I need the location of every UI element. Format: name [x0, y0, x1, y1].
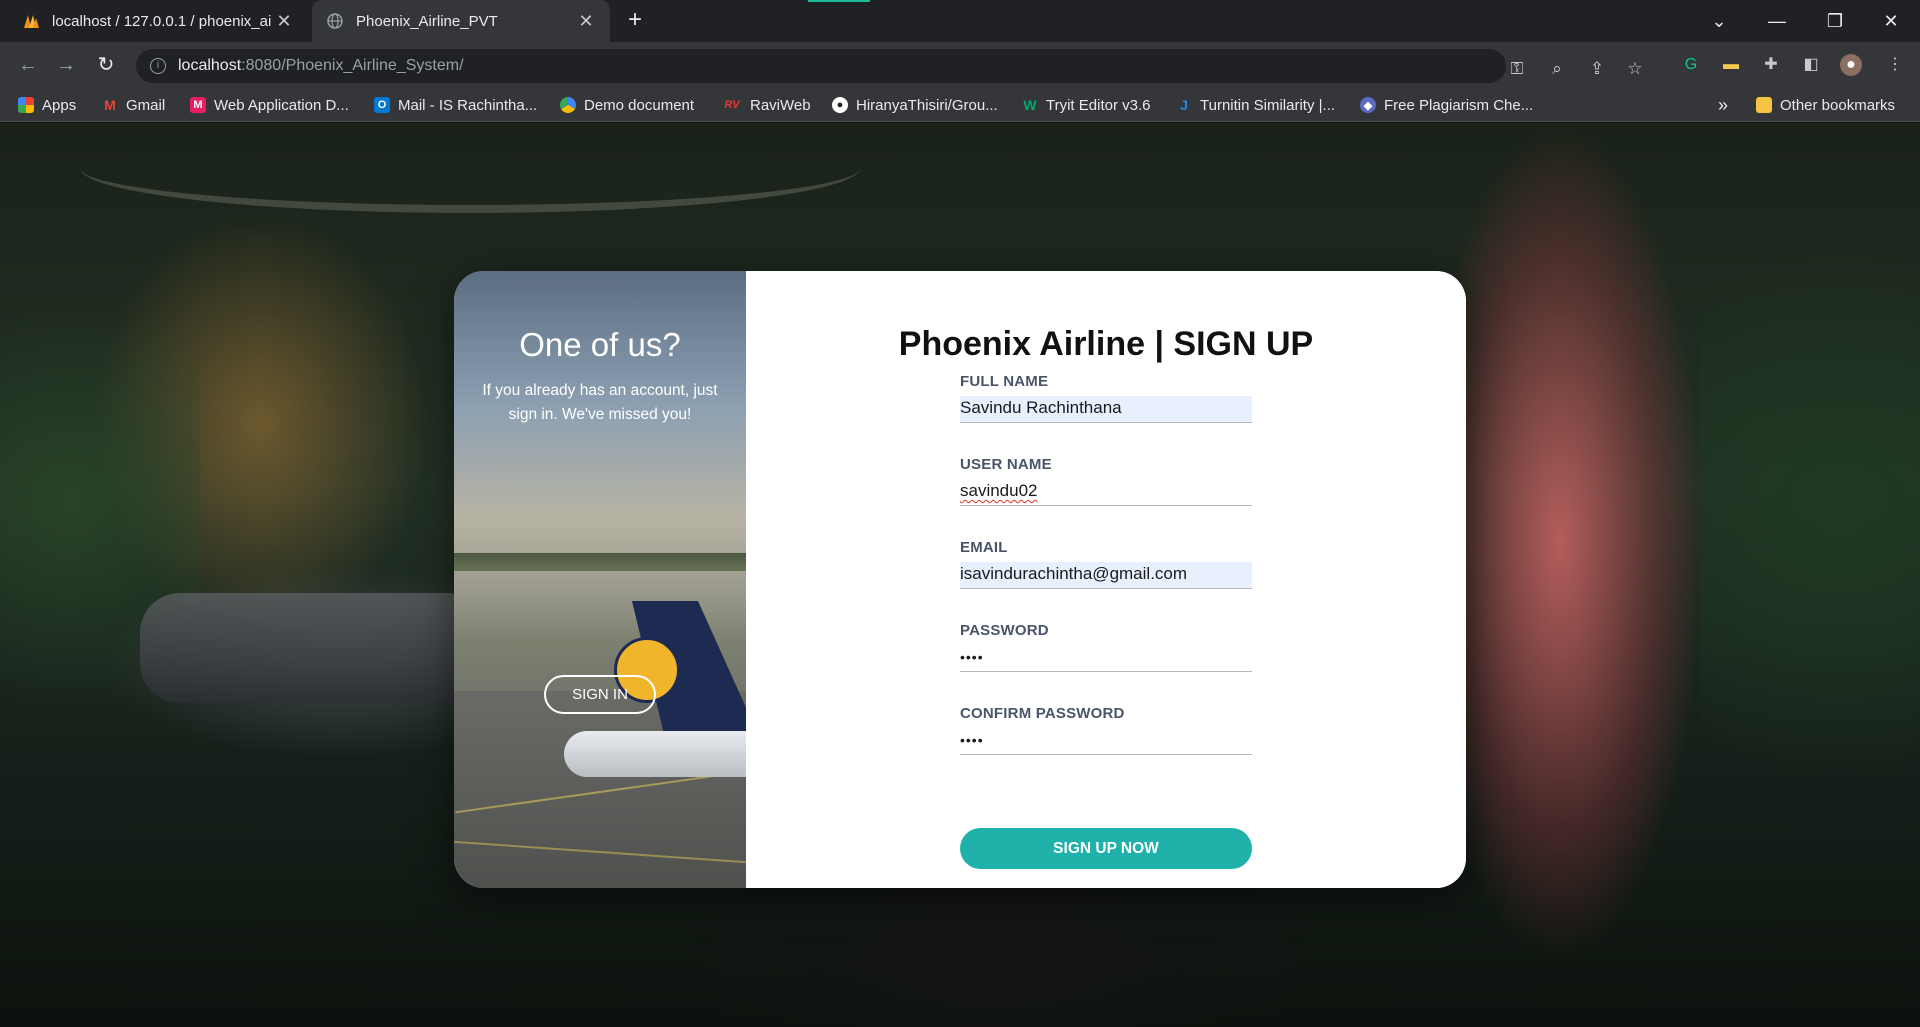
- background-bridge: [80, 123, 860, 213]
- sign-in-button[interactable]: SIGN IN: [544, 675, 656, 714]
- bookmark-label: Free Plagiarism Che...: [1384, 96, 1534, 114]
- bookmarks-bar: Apps M Gmail M Web Application D... O Ma…: [0, 88, 1920, 122]
- raviweb-icon: RV: [724, 99, 740, 111]
- restore-icon[interactable]: ❐: [1806, 0, 1864, 42]
- url-path: :8080/Phoenix_Airline_System/: [241, 57, 464, 74]
- tab-search-chevron-icon[interactable]: ⌄: [1690, 0, 1748, 42]
- bookmark-label: HiranyaThisiri/Grou...: [856, 96, 998, 114]
- w3schools-icon: W: [1023, 97, 1037, 113]
- page-background: One of us? If you already has an account…: [0, 123, 1920, 1027]
- github-icon: ●: [832, 97, 848, 113]
- side-panel-icon[interactable]: ◧: [1800, 54, 1822, 76]
- phpmyadmin-icon: [22, 12, 40, 30]
- back-arrow-icon[interactable]: ←: [14, 51, 42, 79]
- tab-phpmyadmin[interactable]: localhost / 127.0.0.1 / phoenix_ai ✕: [8, 0, 308, 42]
- email-group: EMAIL isavindurachintha@gmail.com: [960, 539, 1252, 589]
- address-bar[interactable]: i localhost:8080/Phoenix_Airline_System/…: [136, 49, 1643, 83]
- bookmark-label: Apps: [42, 96, 77, 114]
- user-name-label: USER NAME: [960, 456, 1052, 473]
- site-info-icon[interactable]: i: [150, 58, 166, 74]
- full-name-group: FULL NAME Savindu Rachinthana: [960, 373, 1252, 423]
- tab-title: localhost / 127.0.0.1 / phoenix_ai: [52, 12, 272, 30]
- plagiarism-icon: ◆: [1360, 97, 1376, 113]
- bookmark-label: Tryit Editor v3.6: [1046, 96, 1151, 114]
- extension-icon[interactable]: ▬: [1720, 54, 1742, 76]
- promo-text: If you already has an account, just sign…: [482, 382, 718, 423]
- bookmark-other-bookmarks[interactable]: Other bookmarks: [1756, 95, 1895, 115]
- reload-icon[interactable]: ↻: [92, 51, 120, 79]
- email-input[interactable]: isavindurachintha@gmail.com: [960, 562, 1252, 589]
- turnitin-icon: J: [1180, 97, 1188, 113]
- apps-grid-icon: [18, 97, 34, 113]
- tab-activity-indicator: [808, 0, 870, 2]
- web-app-icon: M: [190, 97, 206, 113]
- bookmark-label: RaviWeb: [750, 96, 811, 114]
- full-name-input[interactable]: Savindu Rachinthana: [960, 396, 1252, 423]
- zoom-icon[interactable]: ⌕: [1546, 58, 1568, 80]
- google-docs-icon: [560, 97, 576, 113]
- signup-card: One of us? If you already has an account…: [454, 271, 1466, 888]
- bookmark-raviweb[interactable]: RV RaviWeb: [722, 95, 811, 115]
- form-title: Phoenix Airline | SIGN UP: [898, 325, 1314, 363]
- promo-title: One of us?: [519, 326, 681, 363]
- bookmark-label: Other bookmarks: [1780, 96, 1896, 114]
- bookmark-turnitin[interactable]: J Turnitin Similarity |...: [1176, 95, 1335, 115]
- tab-phoenix-airline[interactable]: Phoenix_Airline_PVT ✕: [312, 0, 610, 42]
- bookmark-free-plagiarism[interactable]: ◆ Free Plagiarism Che...: [1360, 95, 1533, 115]
- menu-kebab-icon[interactable]: ⋮: [1884, 54, 1906, 76]
- bookmark-web-app[interactable]: M Web Application D...: [190, 95, 349, 115]
- bookmark-demo-document[interactable]: Demo document: [560, 95, 694, 115]
- confirm-password-input[interactable]: ••••: [960, 728, 1252, 755]
- address-url: localhost:8080/Phoenix_Airline_System/: [178, 57, 464, 75]
- grammarly-icon[interactable]: G: [1680, 54, 1702, 76]
- password-input[interactable]: ••••: [960, 645, 1252, 672]
- bookmark-label: Mail - IS Rachintha...: [398, 96, 538, 114]
- bookmark-github[interactable]: ● HiranyaThisiri/Grou...: [832, 95, 998, 115]
- panel-image-aircraft-fuselage: [564, 731, 754, 777]
- email-label: EMAIL: [960, 539, 1008, 556]
- bookmark-tryit-editor[interactable]: W Tryit Editor v3.6: [1022, 95, 1150, 115]
- bookmark-star-icon[interactable]: ☆: [1624, 58, 1646, 80]
- window-close-icon[interactable]: ✕: [1862, 0, 1920, 42]
- bookmark-apps[interactable]: Apps: [18, 95, 76, 115]
- bookmark-mail[interactable]: O Mail - IS Rachintha...: [374, 95, 537, 115]
- gmail-icon: M: [104, 97, 116, 113]
- signin-promo-panel: One of us? If you already has an account…: [454, 271, 754, 888]
- outlook-icon: O: [374, 97, 390, 113]
- user-name-input[interactable]: savindu02: [960, 479, 1252, 506]
- bookmark-gmail[interactable]: M Gmail: [102, 95, 165, 115]
- bookmark-label: Turnitin Similarity |...: [1200, 96, 1336, 114]
- close-icon[interactable]: ✕: [274, 11, 294, 32]
- key-icon[interactable]: ⚿: [1506, 58, 1528, 80]
- background-foliage: [1700, 163, 1920, 863]
- bookmark-label: Gmail: [126, 96, 166, 114]
- full-name-label: FULL NAME: [960, 373, 1049, 390]
- sign-up-now-button[interactable]: SIGN UP NOW: [960, 828, 1252, 869]
- globe-icon: [326, 12, 344, 30]
- bookmark-label: Web Application D...: [214, 96, 349, 114]
- signup-form-panel: Phoenix Airline | SIGN UP FULL NAME Savi…: [746, 271, 1466, 888]
- panel-image-treeline: [454, 553, 746, 571]
- url-host: localhost: [178, 57, 242, 74]
- confirm-password-group: CONFIRM PASSWORD ••••: [960, 705, 1252, 755]
- background-train: [140, 593, 460, 703]
- new-tab-plus-icon[interactable]: +: [622, 8, 648, 34]
- folder-icon: [1756, 97, 1772, 113]
- profile-avatar-icon[interactable]: ●: [1840, 54, 1862, 76]
- minimize-icon[interactable]: —: [1748, 0, 1806, 42]
- browser-tabstrip: localhost / 127.0.0.1 / phoenix_ai ✕ Pho…: [0, 0, 1920, 42]
- password-label: PASSWORD: [960, 622, 1049, 639]
- forward-arrow-icon[interactable]: →: [52, 51, 80, 79]
- browser-toolbar: ← → ↻ i localhost:8080/Phoenix_Airline_S…: [0, 42, 1920, 88]
- bookmarks-overflow[interactable]: »: [1718, 95, 1728, 115]
- share-icon[interactable]: ⇪: [1586, 58, 1608, 80]
- close-icon[interactable]: ✕: [576, 11, 596, 32]
- tab-title: Phoenix_Airline_PVT: [356, 12, 498, 30]
- bookmark-label: Demo document: [584, 96, 695, 114]
- confirm-password-label: CONFIRM PASSWORD: [960, 705, 1125, 722]
- password-group: PASSWORD ••••: [960, 622, 1252, 672]
- puzzle-icon[interactable]: ✚: [1760, 54, 1782, 76]
- user-name-group: USER NAME savindu02: [960, 456, 1252, 506]
